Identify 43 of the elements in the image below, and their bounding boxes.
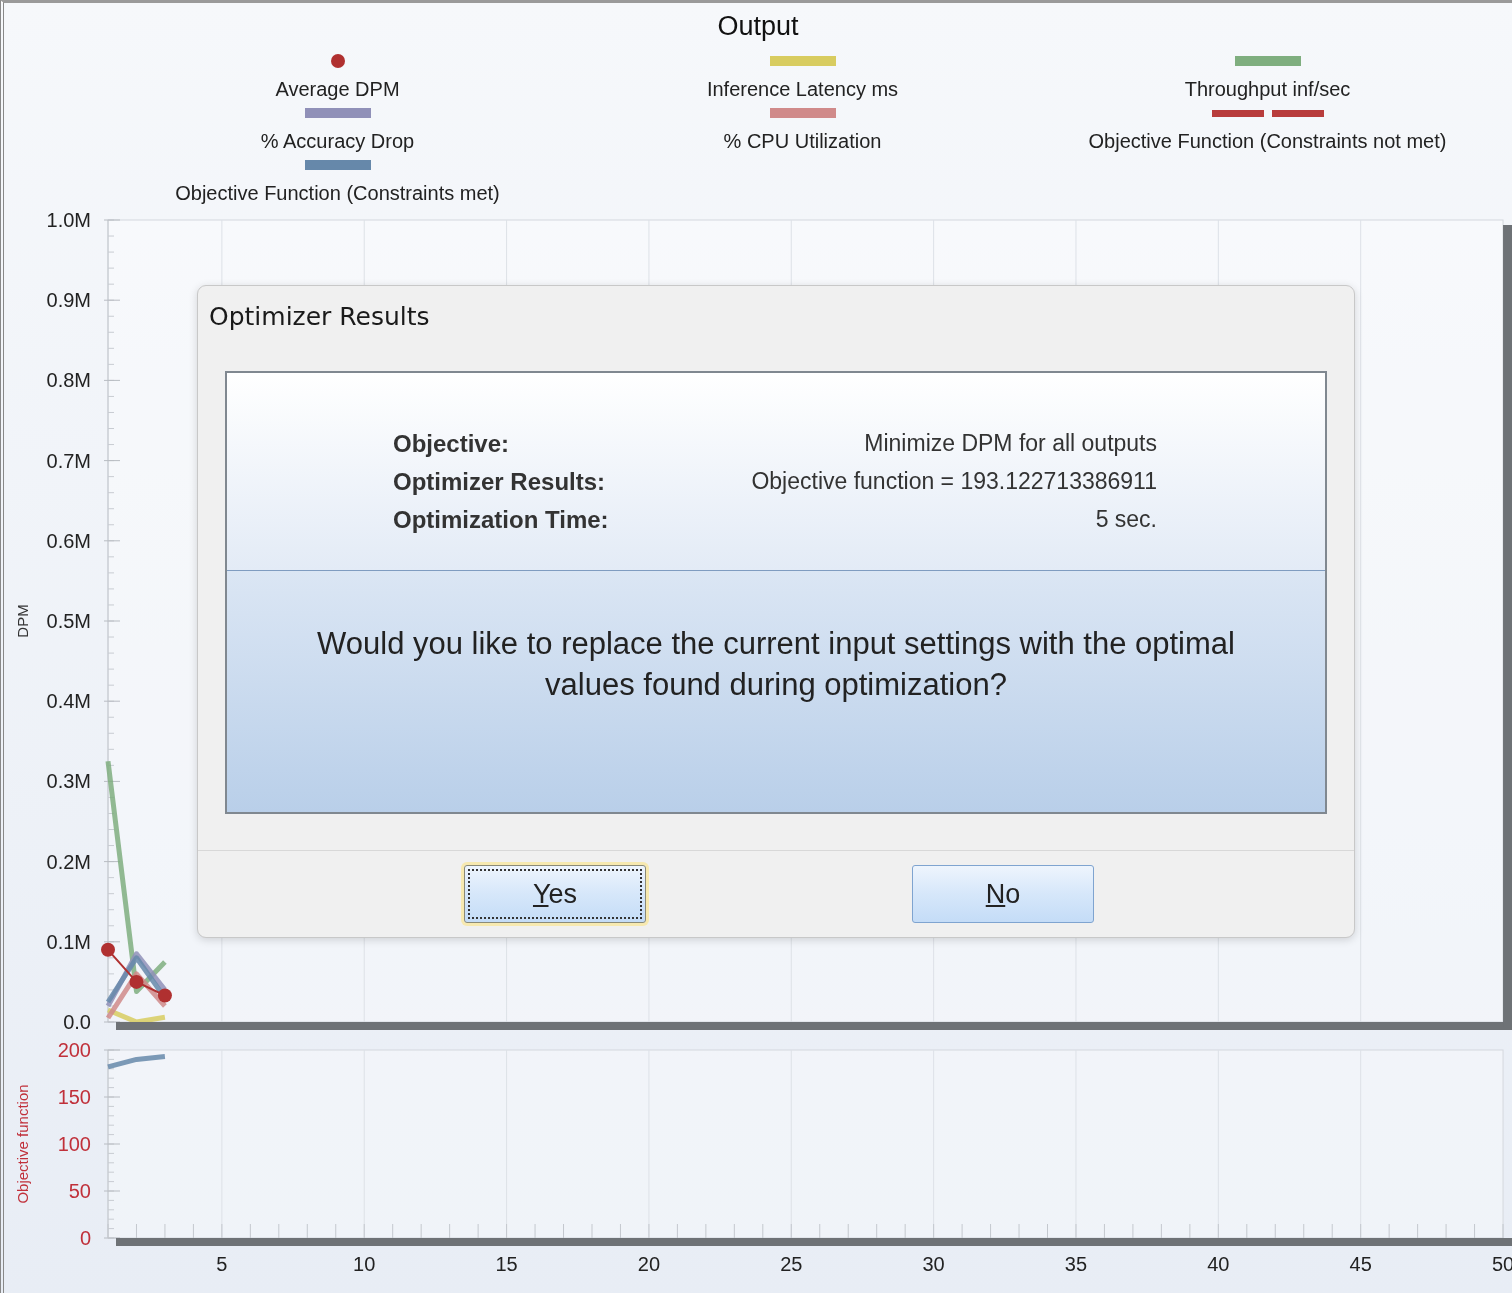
- axis-tick-label: 0.5M: [46, 610, 91, 632]
- axis-tick-label: 0.1M: [46, 930, 91, 953]
- axis-tick-label: 35: [1064, 1253, 1088, 1275]
- axis-tick-label: 25: [780, 1253, 803, 1275]
- axis-tick-label: 45: [1349, 1253, 1372, 1275]
- axis-tick-label: 0.2M: [46, 850, 91, 873]
- question-text: Would you like to replace the current input settings with the optimal values found during optimization?: [316, 625, 1236, 704]
- info-label: Objective:: [393, 430, 511, 458]
- axis-tick-label: 0.9M: [46, 289, 91, 312]
- axis-tick-label: 30: [922, 1253, 945, 1275]
- axis-title: Objective function: [14, 1084, 31, 1204]
- axis-tick-label: 100: [57, 1133, 91, 1155]
- axis-tick-label: 0.3M: [46, 770, 91, 793]
- chart-title: Output: [717, 10, 799, 43]
- axis-title: DPM: [14, 604, 31, 638]
- legend-label: % CPU Utilization: [723, 130, 882, 152]
- legend-label: % Accuracy Drop: [260, 130, 415, 152]
- axis-tick-label: 40: [1207, 1253, 1230, 1275]
- axis-tick-label: 15: [495, 1253, 518, 1275]
- info-label: Optimizer Results:: [393, 468, 607, 496]
- dialog-title: Optimizer Results: [208, 301, 431, 333]
- axis-tick-label: 150: [57, 1086, 91, 1108]
- axis-tick-label: 20: [637, 1253, 661, 1275]
- axis-tick-label: 0.8M: [46, 369, 91, 392]
- axis-tick-label: 200: [57, 1039, 91, 1061]
- axis-tick-label: 0.0: [63, 1011, 91, 1033]
- axis-tick-label: 0.4M: [46, 690, 91, 713]
- legend-label: Average DPM: [275, 78, 400, 100]
- info-value: Objective function = 193.122713386911: [750, 468, 1157, 496]
- legend-label: Objective Function (Constraints met): [175, 182, 500, 204]
- axis-tick-label: 0.6M: [46, 529, 91, 552]
- axis-tick-label: 10: [353, 1253, 376, 1275]
- legend-label: Inference Latency ms: [706, 78, 899, 100]
- axis-tick-label: 5: [216, 1253, 228, 1275]
- legend-label: Throughput inf/sec: [1184, 78, 1351, 100]
- axis-tick-label: 0.7M: [46, 449, 91, 472]
- info-value: Minimize DPM for all outputs: [863, 430, 1157, 458]
- info-value: 5 sec.: [1094, 506, 1157, 534]
- info-label: Optimization Time:: [393, 506, 609, 534]
- axis-tick-label: 50: [68, 1180, 91, 1202]
- axis-tick-label: 1.0M: [46, 210, 91, 231]
- legend-label: Objective Function (Constraints not met): [1088, 130, 1447, 152]
- axis-tick-label: 0: [79, 1227, 91, 1249]
